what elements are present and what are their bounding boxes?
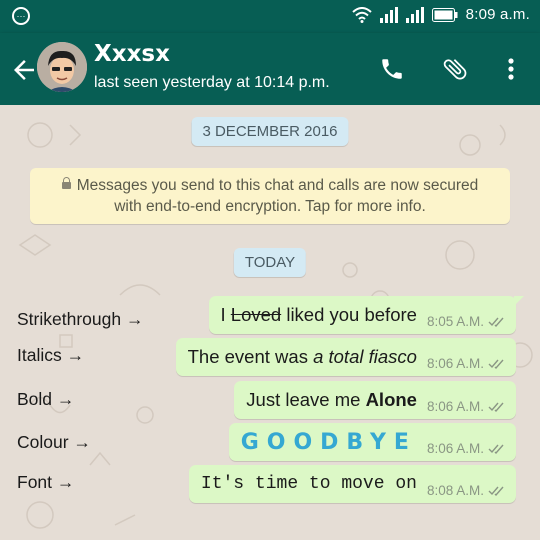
double-check-icon bbox=[488, 402, 504, 412]
message-meta: 8:05 A.M. bbox=[427, 314, 506, 329]
format-label-italics: Italics → bbox=[17, 345, 85, 365]
bold-text: Alone bbox=[365, 389, 417, 410]
message-time: 8:06 A.M. bbox=[426, 398, 484, 414]
message-text: I Loved liked you before bbox=[221, 304, 417, 326]
chat-header: Xxxsx last seen yesterday at 10:14 p.m. bbox=[0, 33, 540, 105]
wifi-icon bbox=[351, 6, 372, 23]
message-time: 8:06 A.M. bbox=[426, 440, 484, 456]
avatar[interactable] bbox=[37, 42, 87, 92]
message-text-part: Just leave me bbox=[246, 389, 366, 410]
message-text-part: liked you before bbox=[281, 304, 417, 325]
monospace-text: It's time to move on bbox=[200, 474, 417, 494]
italic-text: a total fiasco bbox=[313, 346, 417, 367]
message-bubble[interactable]: GOODBYE 8:06 A.M. bbox=[228, 423, 516, 461]
attach-icon bbox=[443, 59, 467, 80]
call-icon bbox=[382, 59, 402, 79]
format-label-strikethrough: Strikethrough → bbox=[17, 309, 144, 329]
strikethrough-text: Loved bbox=[230, 304, 282, 325]
message-bubble[interactable]: Just leave me Alone 8:06 A.M. bbox=[234, 381, 516, 419]
call-button[interactable] bbox=[376, 53, 408, 85]
more-options-button[interactable] bbox=[495, 53, 527, 85]
format-label-colour: Colour → bbox=[17, 432, 91, 452]
double-check-icon bbox=[488, 359, 504, 369]
format-label-font: Font → bbox=[17, 472, 75, 492]
status-time: 8:09 a.m. bbox=[465, 6, 530, 23]
date-chip: 3 DECEMBER 2016 bbox=[191, 117, 349, 146]
message-bubble[interactable]: The event was a total fiasco 8:06 A.M. bbox=[175, 338, 516, 376]
message-time: 8:06 A.M. bbox=[426, 355, 484, 371]
message-text: Just leave me Alone bbox=[246, 389, 417, 411]
double-check-icon bbox=[488, 317, 504, 327]
notification-icon: ··· bbox=[12, 7, 30, 25]
chat-area[interactable]: 3 DECEMBER 2016 Messages you send to thi… bbox=[0, 105, 540, 540]
contact-avatar-icon bbox=[37, 42, 87, 92]
last-seen-status: last seen yesterday at 10:14 p.m. bbox=[94, 74, 330, 91]
message-bubble[interactable]: I Loved liked you before 8:05 A.M. bbox=[208, 296, 524, 334]
more-icon bbox=[508, 58, 514, 80]
double-check-icon bbox=[488, 444, 504, 454]
message-meta: 8:08 A.M. bbox=[427, 483, 506, 498]
encryption-notice[interactable]: Messages you send to this chat and calls… bbox=[30, 168, 510, 224]
today-chip: TODAY bbox=[233, 248, 307, 277]
signal-icon bbox=[405, 6, 424, 23]
contact-name[interactable]: Xxxsx bbox=[94, 41, 170, 67]
coloured-text: GOODBYE bbox=[240, 429, 417, 455]
back-arrow-icon[interactable] bbox=[9, 55, 39, 85]
double-check-icon bbox=[488, 486, 504, 496]
format-label-bold: Bold → bbox=[17, 389, 75, 409]
message-bubble[interactable]: It's time to move on 8:08 A.M. bbox=[188, 465, 516, 503]
message-text-part: The event was bbox=[187, 346, 314, 367]
battery-icon bbox=[431, 7, 458, 22]
attach-button[interactable] bbox=[439, 53, 471, 85]
message-meta: 8:06 A.M. bbox=[427, 399, 506, 414]
status-icons: 8:09 a.m. bbox=[351, 6, 530, 23]
encryption-notice-text: Messages you send to this chat and calls… bbox=[76, 177, 479, 215]
message-text: The event was a total fiasco bbox=[188, 346, 417, 368]
message-meta: 8:06 A.M. bbox=[427, 441, 506, 456]
signal-icon bbox=[379, 6, 398, 23]
message-time: 8:08 A.M. bbox=[426, 482, 484, 498]
lock-icon bbox=[61, 177, 71, 189]
message-time: 8:05 A.M. bbox=[426, 313, 484, 329]
status-bar: ··· 8:09 a.m. bbox=[0, 0, 540, 33]
message-text-part: I bbox=[220, 304, 231, 325]
message-meta: 8:06 A.M. bbox=[427, 356, 506, 371]
